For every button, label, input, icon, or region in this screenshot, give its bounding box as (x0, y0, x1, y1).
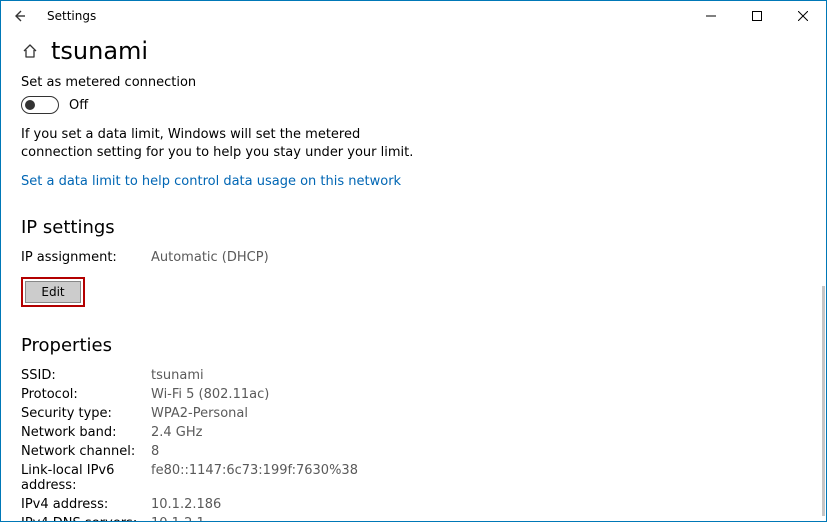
properties-heading: Properties (21, 335, 806, 356)
scrollbar[interactable] (822, 286, 825, 516)
properties-list: SSID:tsunami Protocol:Wi-Fi 5 (802.11ac)… (21, 368, 806, 521)
property-row: SSID:tsunami (21, 368, 806, 383)
property-row: Security type:WPA2-Personal (21, 406, 806, 421)
titlebar: Settings (1, 1, 826, 31)
page-title: tsunami (51, 37, 148, 65)
property-row: Network band:2.4 GHz (21, 425, 806, 440)
ip-assignment-label: IP assignment: (21, 250, 151, 265)
close-icon (798, 11, 808, 21)
back-button[interactable] (7, 4, 31, 28)
minimize-icon (706, 11, 716, 21)
property-row: Protocol:Wi-Fi 5 (802.11ac) (21, 387, 806, 402)
metered-description: If you set a data limit, Windows will se… (21, 126, 421, 162)
ip-assignment-value: Automatic (DHCP) (151, 250, 269, 265)
metered-label: Set as metered connection (21, 75, 806, 90)
property-row: IPv4 DNS servers:10.1.2.1 (21, 516, 806, 521)
edit-button[interactable]: Edit (25, 281, 81, 303)
home-icon[interactable] (21, 42, 39, 60)
arrow-left-icon (11, 8, 27, 24)
maximize-icon (752, 11, 762, 21)
property-row: IPv4 address:10.1.2.186 (21, 497, 806, 512)
close-button[interactable] (780, 1, 826, 31)
toggle-knob (25, 100, 35, 110)
property-row: Network channel:8 (21, 444, 806, 459)
edit-button-label: Edit (41, 285, 64, 299)
ip-settings-heading: IP settings (21, 217, 806, 238)
metered-toggle[interactable] (21, 96, 59, 114)
content-area: tsunami Set as metered connection Off If… (1, 31, 826, 521)
data-limit-link[interactable]: Set a data limit to help control data us… (21, 174, 806, 189)
property-row: Link-local IPv6 address:fe80::1147:6c73:… (21, 463, 806, 493)
minimize-button[interactable] (688, 1, 734, 31)
window-title: Settings (47, 9, 96, 23)
maximize-button[interactable] (734, 1, 780, 31)
metered-toggle-state: Off (69, 98, 88, 113)
edit-button-highlight: Edit (21, 277, 85, 307)
